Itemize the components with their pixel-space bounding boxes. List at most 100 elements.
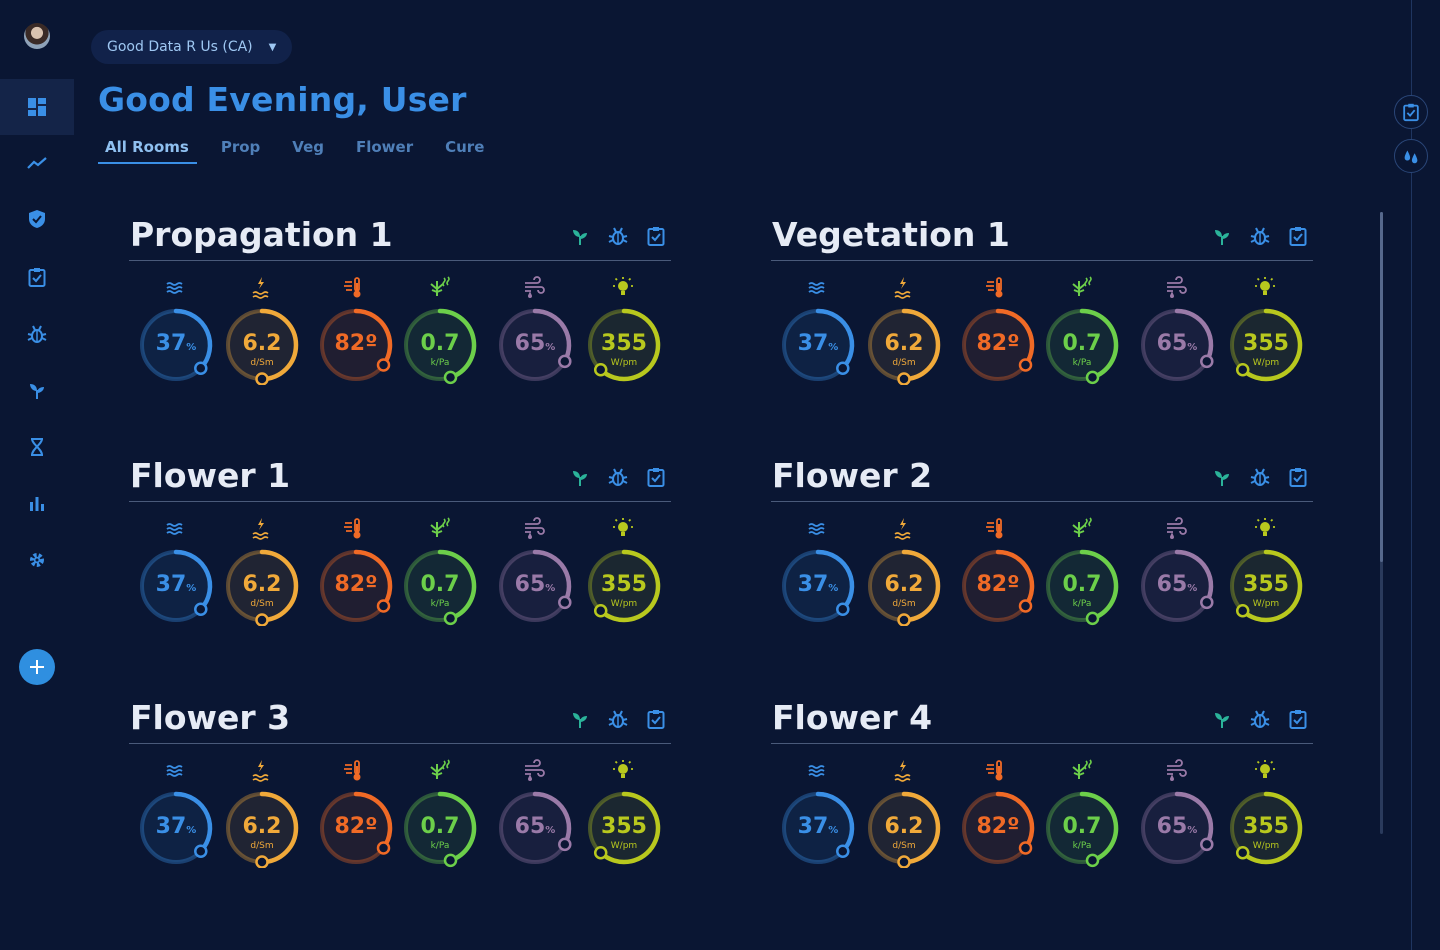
- clipboard-check-icon: [28, 268, 46, 287]
- room-card[interactable]: Flower 4 37% 6.2 d/Sm 82º 0.7 k/Pa 65% 3…: [771, 696, 1313, 886]
- metric-soil[interactable]: 65%: [495, 758, 575, 870]
- clipboard-check-icon[interactable]: [645, 466, 667, 488]
- tab-prop[interactable]: Prop: [213, 136, 268, 164]
- metric-light[interactable]: 355 W/pm: [584, 275, 664, 387]
- metric-vpd[interactable]: 0.7 k/Pa: [400, 758, 480, 870]
- humidity-waves-icon: [166, 523, 183, 535]
- tab-veg[interactable]: Veg: [284, 136, 332, 164]
- avatar[interactable]: [24, 23, 50, 49]
- clipboard-check-icon[interactable]: [645, 708, 667, 730]
- sprout-icon[interactable]: [1211, 466, 1233, 488]
- org-selector[interactable]: Good Data R Us (CA) ▼: [91, 30, 293, 64]
- metric-vpd[interactable]: 0.7 k/Pa: [400, 275, 480, 387]
- metric-light[interactable]: 355 W/pm: [584, 516, 664, 628]
- nav-reports[interactable]: [0, 475, 74, 531]
- light-bulb-icon: [613, 518, 633, 536]
- room-title[interactable]: Propagation 1: [130, 215, 393, 254]
- room-title[interactable]: Flower 2: [772, 456, 932, 495]
- room-card[interactable]: Flower 1 37% 6.2 d/Sm 82º 0.7 k/Pa 65% 3…: [129, 454, 671, 644]
- bug-icon[interactable]: [607, 466, 629, 488]
- bug-icon[interactable]: [1249, 225, 1271, 247]
- metric-humidity[interactable]: 37%: [778, 516, 858, 628]
- clipboard-check-icon[interactable]: [1287, 225, 1309, 247]
- sprout-icon[interactable]: [569, 708, 591, 730]
- metric-temperature[interactable]: 82º: [316, 758, 396, 870]
- metric-temperature[interactable]: 82º: [316, 275, 396, 387]
- nav-pests[interactable]: [0, 306, 74, 362]
- sprout-icon[interactable]: [569, 466, 591, 488]
- bug-icon[interactable]: [1249, 466, 1271, 488]
- metric-number: 37: [797, 331, 829, 356]
- rail-tasks-button[interactable]: [1394, 95, 1428, 129]
- metric-ec[interactable]: 6.2 d/Sm: [864, 516, 944, 628]
- scrollbar-thumb[interactable]: [1380, 212, 1383, 562]
- room-title[interactable]: Flower 1: [130, 456, 290, 495]
- bug-icon[interactable]: [607, 708, 629, 730]
- room-card[interactable]: Propagation 1 37% 6.2 d/Sm 82º 0.7 k/Pa …: [129, 213, 671, 403]
- tab-cure[interactable]: Cure: [437, 136, 492, 164]
- metric-soil[interactable]: 65%: [495, 275, 575, 387]
- metric-soil[interactable]: 65%: [1137, 758, 1217, 870]
- tab-all-rooms[interactable]: All Rooms: [98, 136, 197, 164]
- metric-ec[interactable]: 6.2 d/Sm: [864, 275, 944, 387]
- metric-ec[interactable]: 6.2 d/Sm: [222, 275, 302, 387]
- metric-light[interactable]: 355 W/pm: [1226, 516, 1306, 628]
- ec-bolt-icon: [894, 518, 911, 540]
- nav-trends[interactable]: [0, 135, 74, 191]
- metric-vpd[interactable]: 0.7 k/Pa: [400, 516, 480, 628]
- metric-humidity[interactable]: 37%: [136, 758, 216, 870]
- light-bulb-icon: [1255, 277, 1275, 295]
- room-title[interactable]: Flower 3: [130, 698, 290, 737]
- sprout-icon[interactable]: [569, 225, 591, 247]
- clipboard-check-icon[interactable]: [1287, 708, 1309, 730]
- metric-light[interactable]: 355 W/pm: [1226, 275, 1306, 387]
- metric-temperature[interactable]: 82º: [958, 275, 1038, 387]
- metric-ec[interactable]: 6.2 d/Sm: [222, 758, 302, 870]
- metric-value: 82º: [316, 572, 396, 597]
- metric-unit: d/Sm: [250, 358, 274, 368]
- ec-bolt-icon: [894, 277, 911, 299]
- room-title[interactable]: Vegetation 1: [772, 215, 1010, 254]
- metric-temperature[interactable]: 82º: [958, 516, 1038, 628]
- metric-ec[interactable]: 6.2 d/Sm: [864, 758, 944, 870]
- metric-temperature[interactable]: 82º: [958, 758, 1038, 870]
- tab-flower[interactable]: Flower: [348, 136, 421, 164]
- clipboard-check-icon[interactable]: [1287, 466, 1309, 488]
- metric-number: 65: [1156, 572, 1188, 597]
- bug-icon[interactable]: [607, 225, 629, 247]
- metric-humidity[interactable]: 37%: [778, 758, 858, 870]
- clipboard-check-icon[interactable]: [645, 225, 667, 247]
- bar-chart-icon: [30, 497, 44, 511]
- nav-dashboard[interactable]: [0, 79, 74, 135]
- room-title[interactable]: Flower 4: [772, 698, 932, 737]
- vpd-leaf-icon: [1072, 759, 1092, 779]
- metric-humidity[interactable]: 37%: [136, 275, 216, 387]
- room-card[interactable]: Flower 3 37% 6.2 d/Sm 82º 0.7 k/Pa 65% 3…: [129, 696, 671, 886]
- bug-icon[interactable]: [1249, 708, 1271, 730]
- sprout-icon[interactable]: [1211, 708, 1233, 730]
- nav-plants[interactable]: [0, 362, 74, 418]
- metric-temperature[interactable]: 82º: [316, 516, 396, 628]
- metric-vpd[interactable]: 0.7 k/Pa: [1042, 758, 1122, 870]
- rail-irrigation-button[interactable]: [1394, 139, 1428, 173]
- room-card[interactable]: Vegetation 1 37% 6.2 d/Sm 82º 0.7 k/Pa 6…: [771, 213, 1313, 403]
- metric-humidity[interactable]: 37%: [778, 275, 858, 387]
- metric-humidity[interactable]: 37%: [136, 516, 216, 628]
- room-card[interactable]: Flower 2 37% 6.2 d/Sm 82º 0.7 k/Pa 65% 3…: [771, 454, 1313, 644]
- metric-soil[interactable]: 65%: [1137, 275, 1217, 387]
- scrollbar[interactable]: [1380, 212, 1383, 834]
- metric-soil[interactable]: 65%: [495, 516, 575, 628]
- metric-soil[interactable]: 65%: [1137, 516, 1217, 628]
- nav-settings[interactable]: [0, 532, 74, 588]
- nav-tasks[interactable]: [0, 249, 74, 305]
- add-button[interactable]: [19, 649, 55, 685]
- nav-compliance[interactable]: [0, 191, 74, 247]
- metric-light[interactable]: 355 W/pm: [1226, 758, 1306, 870]
- nav-harvest[interactable]: [0, 419, 74, 475]
- metric-light[interactable]: 355 W/pm: [584, 758, 664, 870]
- sprout-icon[interactable]: [1211, 225, 1233, 247]
- metric-ec[interactable]: 6.2 d/Sm: [222, 516, 302, 628]
- metric-vpd[interactable]: 0.7 k/Pa: [1042, 275, 1122, 387]
- metric-vpd[interactable]: 0.7 k/Pa: [1042, 516, 1122, 628]
- metric-value: 355: [1226, 814, 1306, 839]
